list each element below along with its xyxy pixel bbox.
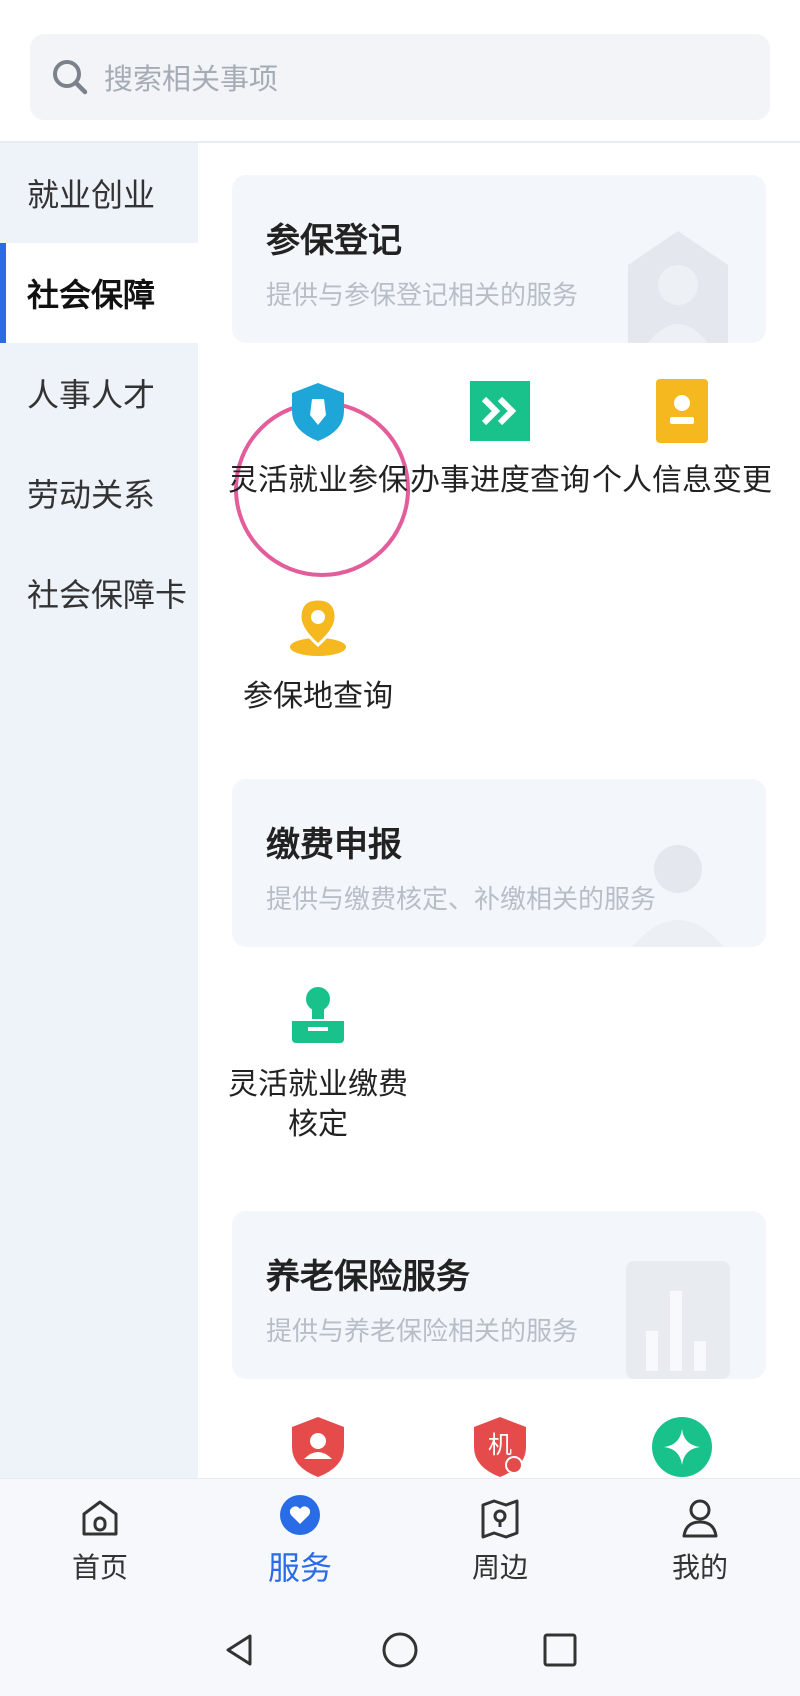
home-circle-icon[interactable] — [380, 1630, 420, 1670]
heart-service-icon — [280, 1495, 320, 1535]
tab-home[interactable]: 首页 — [0, 1479, 200, 1603]
service-progress-query[interactable]: 办事进度查询 — [410, 379, 590, 501]
service-label: 灵活就业缴费核定 — [228, 1067, 408, 1142]
search-input[interactable]: 搜索相关事项 — [30, 34, 770, 120]
service-list: 参保登记 提供与参保登记相关的服务 灵活就业参保 办事进度查询 个人信息变更 参… — [198, 143, 800, 1478]
service-insurance-location-query[interactable]: 参保地查询 — [228, 595, 408, 717]
shield-icon — [292, 383, 344, 441]
user-icon — [682, 1499, 718, 1538]
section-card-payment-declaration[interactable]: 缴费申报 提供与缴费核定、补缴相关的服务 — [232, 779, 766, 947]
category-sidebar: 就业创业 社会保障 人事人才 劳动关系 社会保障卡 — [0, 143, 198, 1478]
search-icon — [53, 60, 88, 95]
sidebar-item-label: 人事人才 — [27, 376, 156, 414]
search-bar-area: 搜索相关事项 — [0, 0, 800, 143]
sidebar-item-personnel[interactable]: 人事人才 — [0, 343, 198, 443]
location-pin-icon — [290, 597, 346, 656]
section-title: 养老保险服务 — [266, 1257, 470, 1297]
building-chart-icon — [626, 1261, 730, 1379]
sidebar-item-social-security-card[interactable]: 社会保障卡 — [0, 543, 198, 643]
double-chevron-icon — [470, 381, 530, 441]
service-pension-item-2[interactable]: 机 — [410, 1415, 590, 1478]
sidebar-item-label: 就业创业 — [27, 176, 156, 214]
section-card-pension-services[interactable]: 养老保险服务 提供与养老保险相关的服务 — [232, 1211, 766, 1379]
recents-square-icon[interactable] — [540, 1630, 580, 1670]
tab-label: 首页 — [71, 1551, 128, 1584]
section-card-registration[interactable]: 参保登记 提供与参保登记相关的服务 — [232, 175, 766, 343]
service-label: 灵活就业参保 — [228, 463, 408, 498]
service-label: 办事进度查询 — [410, 463, 590, 498]
person-silhouette-icon — [632, 845, 724, 947]
service-pension-item-1[interactable] — [228, 1415, 408, 1478]
home-icon — [82, 1500, 118, 1536]
sidebar-item-employment[interactable]: 就业创业 — [0, 143, 198, 243]
search-placeholder: 搜索相关事项 — [104, 62, 279, 96]
service-personal-info-change[interactable]: 个人信息变更 — [592, 379, 772, 501]
service-pension-item-3[interactable] — [592, 1415, 772, 1478]
tab-label: 周边 — [471, 1551, 528, 1584]
service-label: 参保地查询 — [243, 679, 393, 714]
back-icon[interactable] — [220, 1630, 260, 1670]
service-label: 个人信息变更 — [592, 463, 772, 498]
section-title: 参保登记 — [266, 221, 402, 261]
id-card-icon — [656, 379, 708, 443]
shield-person-icon — [292, 1417, 344, 1477]
agency-shield-icon: 机 — [474, 1417, 526, 1477]
section-description: 提供与缴费核定、补缴相关的服务 — [266, 885, 657, 915]
tab-services[interactable]: 服务 — [200, 1479, 400, 1603]
sidebar-item-label: 社会保障卡 — [27, 576, 188, 614]
tab-nearby[interactable]: 周边 — [400, 1479, 600, 1603]
stamp-icon — [292, 987, 344, 1043]
section-description: 提供与养老保险相关的服务 — [266, 1317, 579, 1347]
sidebar-item-label: 社会保障 — [27, 276, 156, 314]
tab-mine[interactable]: 我的 — [600, 1479, 800, 1603]
sparkle-icon — [652, 1417, 712, 1477]
bottom-tab-bar: 首页 服务 周边 我的 — [0, 1478, 800, 1603]
section-description: 提供与参保登记相关的服务 — [266, 281, 579, 311]
tab-label: 我的 — [671, 1551, 728, 1584]
system-navigation-bar — [0, 1603, 800, 1696]
service-flexible-employment-payment[interactable]: 灵活就业缴费核定 — [228, 983, 408, 1145]
tab-label: 服务 — [267, 1549, 332, 1587]
sidebar-item-social-security[interactable]: 社会保障 — [0, 243, 198, 343]
sidebar-item-labor-relations[interactable]: 劳动关系 — [0, 443, 198, 543]
section-title: 缴费申报 — [266, 825, 402, 865]
agency-glyph: 机 — [488, 1431, 512, 1459]
sidebar-item-label: 劳动关系 — [27, 476, 156, 514]
service-flexible-employment-insurance[interactable]: 灵活就业参保 — [228, 379, 408, 501]
map-pin-icon — [481, 1499, 519, 1539]
house-person-icon — [628, 231, 728, 343]
